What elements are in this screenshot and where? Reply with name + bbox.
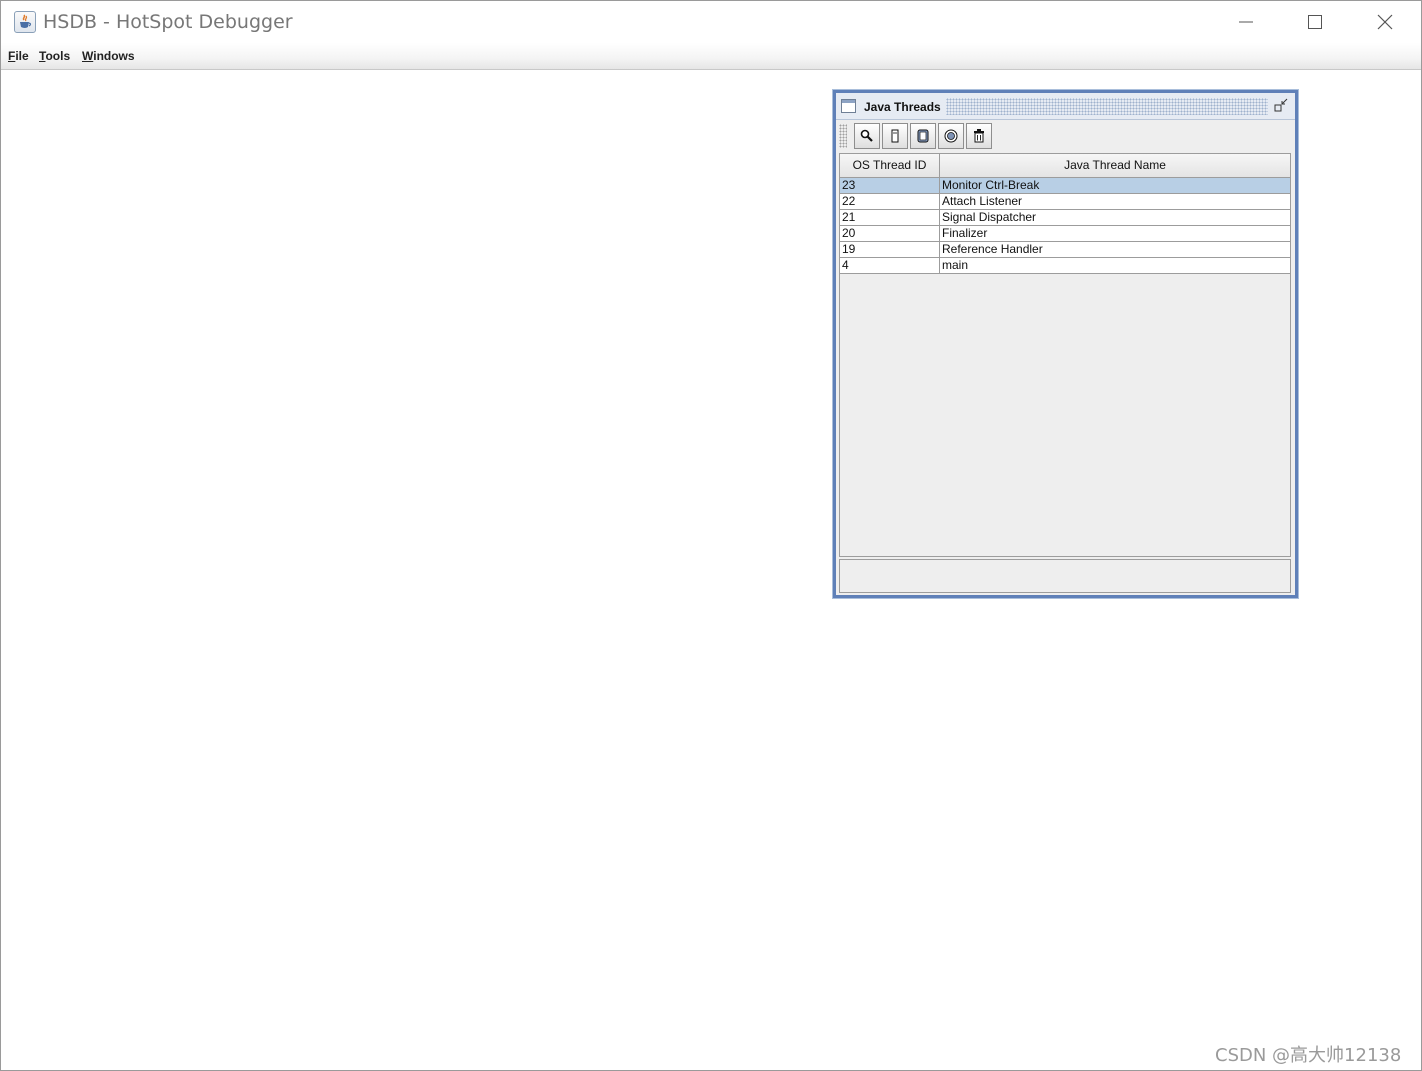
java-threads-title: Java Threads: [864, 100, 941, 114]
thread-id-cell: 20: [840, 226, 940, 241]
title-grip: [946, 98, 1268, 115]
threads-table: OS Thread ID Java Thread Name 23 Monitor…: [839, 153, 1291, 557]
menu-windows-label: indows: [93, 49, 135, 63]
find-crashes-button[interactable]: [938, 123, 964, 149]
watermark: CSDN @高大帅12138: [1215, 1045, 1402, 1066]
minimize-icon: [1239, 21, 1253, 23]
stack-memory-button[interactable]: [882, 123, 908, 149]
close-icon: [1377, 14, 1393, 30]
thread-id-cell: 22: [840, 194, 940, 209]
thread-name-cell: Attach Listener: [942, 194, 1023, 208]
table-row[interactable]: 20 Finalizer: [840, 226, 1290, 242]
toolbar-grip[interactable]: [839, 124, 847, 148]
java-icon: [14, 11, 36, 33]
thread-name-cell: Finalizer: [942, 226, 988, 240]
table-row[interactable]: 19 Reference Handler: [840, 242, 1290, 258]
menu-windows[interactable]: Windows: [82, 49, 135, 63]
table-header: OS Thread ID Java Thread Name: [840, 154, 1290, 178]
menu-windows-mnemonic: W: [82, 49, 94, 63]
close-button[interactable]: [1351, 1, 1419, 43]
java-threads-frame: Java Threads OS Thread ID Java Thread Na…: [832, 89, 1299, 599]
menu-bar: File Tools Windows: [1, 43, 1421, 70]
table-row[interactable]: 22 Attach Listener: [840, 194, 1290, 210]
column-header-java-thread-name[interactable]: Java Thread Name: [940, 154, 1290, 177]
restore-icon: [1274, 98, 1288, 112]
inspect-thread-button[interactable]: [854, 123, 880, 149]
find-crashes-icon: [944, 129, 958, 143]
table-row[interactable]: 4 main: [840, 258, 1290, 274]
details-pane: [839, 559, 1291, 593]
menu-tools-label: ools: [45, 49, 71, 63]
thread-id-cell: 19: [840, 242, 940, 257]
thread-id-cell: 21: [840, 210, 940, 225]
column-header-os-thread-id[interactable]: OS Thread ID: [840, 154, 940, 177]
window-title: HSDB - HotSpot Debugger: [43, 11, 293, 33]
thread-info-icon: [917, 129, 929, 143]
java-threads-title-bar[interactable]: Java Threads: [836, 93, 1295, 120]
thread-id-cell: 4: [840, 258, 940, 273]
menu-file[interactable]: File: [8, 49, 29, 63]
restore-button[interactable]: [1273, 98, 1289, 114]
minimize-button[interactable]: [1212, 1, 1280, 43]
thread-info-button[interactable]: [910, 123, 936, 149]
menu-file-label: ile: [15, 49, 29, 63]
inspect-thread-icon: [860, 129, 873, 142]
java-threads-toolbar: [836, 120, 1295, 152]
delete-button[interactable]: [966, 123, 992, 149]
thread-name-cell: Signal Dispatcher: [942, 210, 1037, 224]
thread-name-cell: main: [942, 258, 969, 272]
stack-memory-icon: [891, 129, 899, 143]
table-body: 23 Monitor Ctrl-Break 22 Attach Listener…: [840, 178, 1290, 274]
window-icon: [841, 99, 856, 113]
thread-name-cell: Reference Handler: [942, 242, 1043, 256]
maximize-button[interactable]: [1281, 1, 1349, 43]
menu-tools[interactable]: Tools: [39, 49, 70, 63]
delete-icon: [974, 129, 984, 143]
title-bar[interactable]: HSDB - HotSpot Debugger: [1, 1, 1421, 43]
thread-id-cell: 23: [840, 178, 940, 193]
thread-name-cell: Monitor Ctrl-Break: [942, 178, 1040, 192]
table-row[interactable]: 23 Monitor Ctrl-Break: [840, 178, 1290, 194]
table-row[interactable]: 21 Signal Dispatcher: [840, 210, 1290, 226]
maximize-icon: [1308, 15, 1322, 29]
